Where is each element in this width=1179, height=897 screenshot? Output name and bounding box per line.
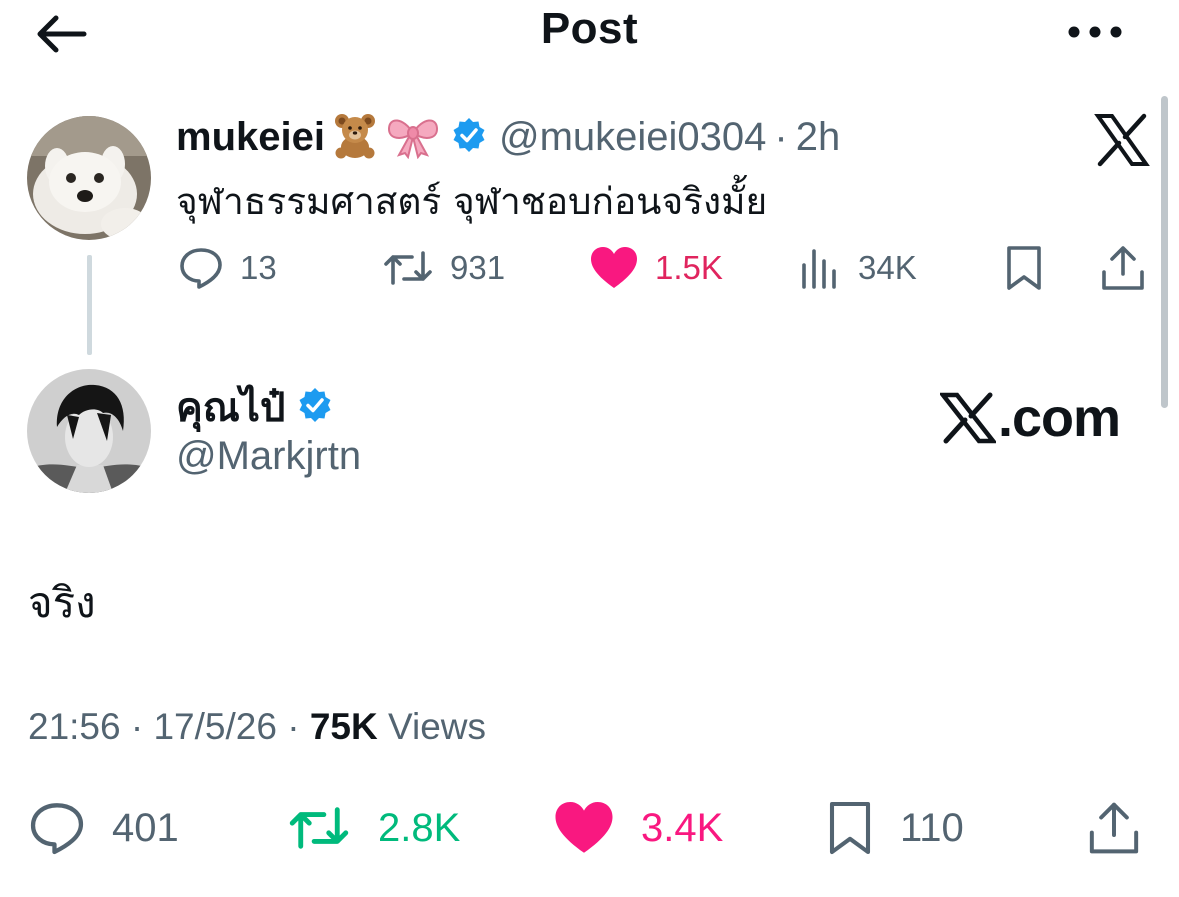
scrollbar[interactable]: [1161, 96, 1168, 408]
teddy-bear-emoji: [331, 111, 379, 164]
thread-connector-line: [87, 255, 92, 355]
bookmark-icon: [829, 801, 871, 855]
analytics-icon: [802, 249, 836, 289]
x-logo-icon: [1094, 112, 1150, 168]
like-button[interactable]: 3.4K: [553, 798, 723, 858]
page-title: Post: [540, 4, 639, 53]
watermark-text: .com: [998, 388, 1121, 448]
views-count: 75K: [309, 706, 378, 747]
more-options-button[interactable]: [1064, 14, 1126, 50]
post-time[interactable]: 2h: [796, 115, 841, 160]
heart-filled-icon: [555, 801, 613, 853]
repost-count: 2.8K: [378, 805, 461, 850]
avatar[interactable]: [27, 369, 151, 493]
bookmark-count: 110: [900, 805, 964, 850]
reply-count: 401: [112, 805, 179, 850]
bookmark-icon: [1007, 246, 1041, 290]
author-handle[interactable]: @Markjrtn: [176, 434, 361, 479]
quoted-post-header: mukeiei @mukeiei0304 · 2h: [176, 110, 840, 164]
views-count: 34K: [858, 249, 917, 286]
reply-icon: [180, 248, 222, 289]
quoted-post-text: จุฬาธรรมศาสตร์ จุฬาชอบก่อนจริงมั้ย: [176, 180, 768, 223]
post-author-name-row: คุณไป๋: [176, 380, 333, 434]
separator: ·: [774, 114, 788, 159]
share-icon: [1089, 802, 1139, 854]
xcom-watermark: .com: [940, 386, 1121, 450]
share-icon: [1102, 246, 1144, 290]
repost-button[interactable]: 2.8K: [286, 798, 460, 858]
views-button[interactable]: 34K: [800, 240, 917, 296]
like-count: 3.4K: [641, 805, 724, 850]
verified-badge-icon: [451, 117, 487, 158]
reply-icon: [30, 803, 84, 855]
author-display-name[interactable]: คุณไป๋: [176, 375, 285, 439]
like-count: 1.5K: [655, 249, 723, 286]
post-text: จริง: [28, 578, 96, 627]
bookmark-button[interactable]: 110: [826, 798, 964, 858]
repost-count: 931: [450, 249, 506, 286]
share-button[interactable]: [1086, 798, 1142, 858]
post-date[interactable]: 17/5/26: [153, 706, 276, 747]
x-logo-icon: [940, 392, 996, 444]
repost-icon: [289, 807, 349, 849]
more-horizontal-icon: [1068, 26, 1122, 38]
ribbon-emoji: [385, 111, 441, 164]
share-button[interactable]: [1099, 240, 1147, 296]
like-button[interactable]: 1.5K: [589, 240, 723, 296]
views-label: Views: [388, 706, 487, 747]
verified-badge-icon: [297, 387, 333, 428]
heart-filled-icon: [591, 247, 637, 288]
separator: ·: [287, 706, 300, 747]
post-time[interactable]: 21:56: [28, 706, 121, 747]
avatar[interactable]: [27, 116, 151, 240]
author-handle[interactable]: @mukeiei0304: [499, 115, 766, 160]
separator: ·: [130, 706, 144, 747]
bookmark-button[interactable]: [1004, 240, 1044, 296]
post-meta: 21:56 · 17/5/26 · 75K Views: [28, 706, 486, 748]
reply-button[interactable]: 13: [178, 240, 277, 296]
repost-button[interactable]: 931: [382, 240, 505, 296]
reply-button[interactable]: 401: [28, 798, 179, 858]
reply-count: 13: [240, 249, 277, 286]
repost-icon: [384, 251, 432, 285]
author-display-name[interactable]: mukeiei: [176, 115, 325, 160]
